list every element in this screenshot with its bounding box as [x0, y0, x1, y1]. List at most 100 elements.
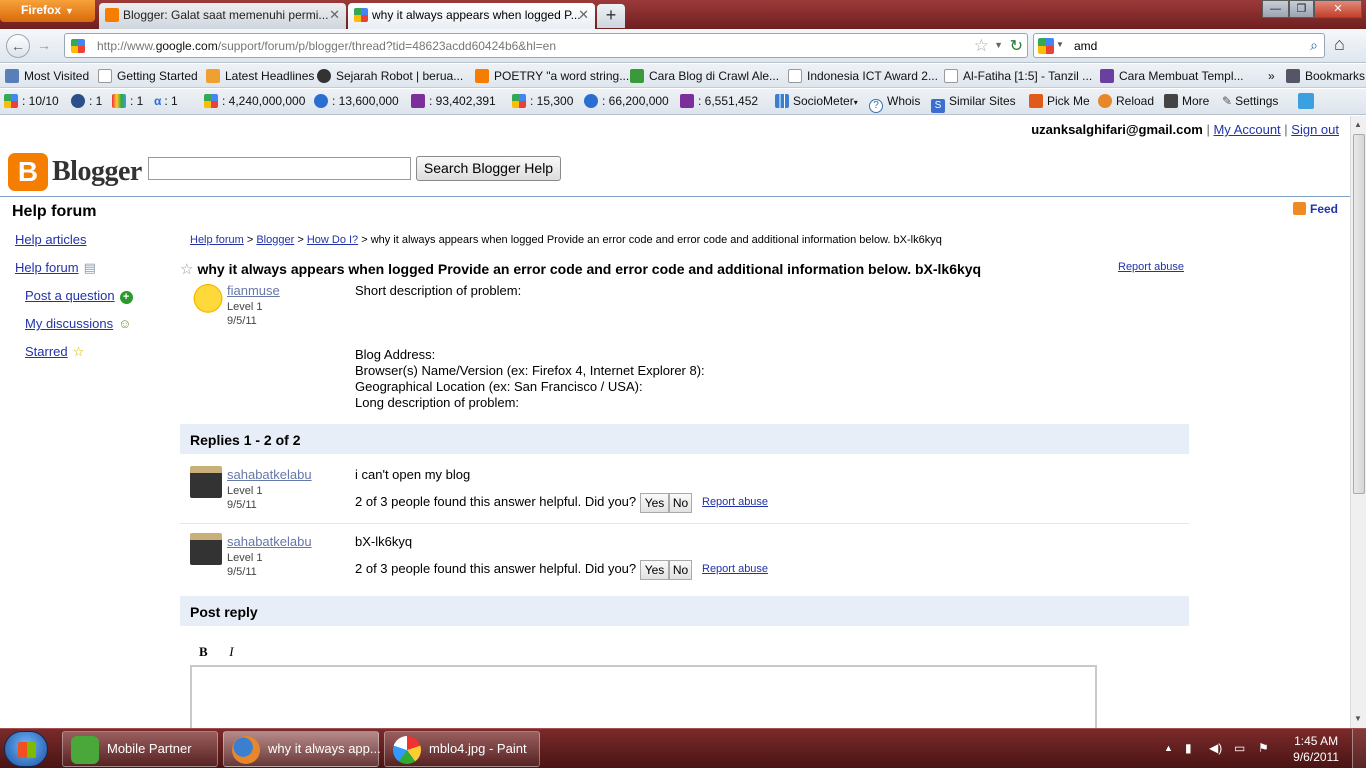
my-discussions-link[interactable]: My discussions: [25, 316, 113, 331]
my-account-link[interactable]: My Account: [1213, 122, 1280, 137]
author-link[interactable]: sahabatkelabu: [227, 534, 312, 549]
page-scrollbar[interactable]: ▲ ▼: [1350, 116, 1366, 728]
show-desktop-button[interactable]: [1352, 729, 1366, 768]
bookmark-cara-membuat[interactable]: Cara Membuat Templ...: [1100, 69, 1244, 83]
search-icon[interactable]: ⌕: [1310, 37, 1318, 54]
search-query-text[interactable]: amd: [1074, 39, 1097, 53]
scroll-up-arrow-icon[interactable]: ▲: [1354, 120, 1362, 129]
network-icon[interactable]: ▭: [1234, 741, 1245, 755]
bookmark-latest-headlines[interactable]: Latest Headlines: [206, 69, 314, 83]
url-history-dropdown-icon[interactable]: ▼: [994, 40, 1003, 50]
helpful-no-button[interactable]: No: [669, 560, 692, 580]
maximize-button[interactable]: ❐: [1289, 0, 1314, 18]
compete-stat[interactable]: : 1: [112, 94, 143, 108]
new-tab-button[interactable]: +: [597, 4, 625, 28]
start-button[interactable]: [4, 731, 48, 767]
bookmark-star-icon[interactable]: ☆: [974, 36, 989, 56]
search-engine-dropdown-icon[interactable]: ▼: [1056, 40, 1064, 49]
home-icon[interactable]: ⌂: [1334, 34, 1345, 55]
taskbar-firefox[interactable]: why it always app...: [223, 731, 381, 767]
reply-textarea[interactable]: [190, 665, 1097, 728]
bookmark-most-visited[interactable]: Most Visited: [5, 69, 89, 83]
alexa-stat[interactable]: : 1: [71, 94, 102, 108]
feed-link[interactable]: Feed: [1292, 202, 1338, 216]
tab-blogger-error[interactable]: Blogger: Galat saat memenuhi permi... ✕: [99, 3, 346, 29]
avatar[interactable]: [192, 284, 224, 316]
bookmark-cara-blog-crawl[interactable]: Cara Blog di Crawl Ale...: [630, 69, 779, 83]
back-button[interactable]: ←: [6, 34, 30, 58]
device-icon[interactable]: ▮: [1185, 741, 1192, 755]
tab-current-thread[interactable]: why it always appears when logged P... ✕: [348, 3, 595, 29]
forward-button[interactable]: →: [32, 34, 56, 58]
yahoo-links-stat[interactable]: : 6,551,452: [680, 94, 758, 108]
star-thread-icon[interactable]: ☆: [180, 261, 193, 278]
search-bar[interactable]: ▼ amd ⌕: [1033, 33, 1325, 58]
bing-index-stat[interactable]: : 13,600,000: [314, 94, 399, 108]
action-center-flag-icon[interactable]: ⚑: [1258, 741, 1269, 755]
author-link[interactable]: sahabatkelabu: [227, 467, 312, 482]
window-close-button[interactable]: ✕: [1314, 0, 1362, 18]
help-search-input[interactable]: [148, 157, 411, 180]
bookmarks-overflow-chevron-icon[interactable]: »: [1268, 69, 1275, 83]
starred-nav[interactable]: Starred ☆: [25, 344, 84, 360]
scrollbar-thumb[interactable]: [1353, 134, 1365, 494]
breadcrumb-blogger[interactable]: Blogger: [256, 234, 294, 246]
pagerank-stat[interactable]: : 10/10: [4, 94, 59, 108]
report-abuse-link[interactable]: Report abuse: [1118, 261, 1184, 273]
reload-addon-button[interactable]: Reload: [1098, 94, 1154, 108]
bookmark-indonesia-ict[interactable]: Indonesia ICT Award 2...: [788, 69, 938, 83]
pick-me-button[interactable]: Pick Me: [1029, 94, 1090, 108]
my-discussions-nav[interactable]: My discussions ☺: [25, 316, 131, 331]
breadcrumb-how-do-i[interactable]: How Do I?: [307, 234, 358, 246]
google-links-stat[interactable]: : 15,300: [512, 94, 573, 108]
sign-out-link[interactable]: Sign out: [1291, 122, 1339, 137]
quantcast-stat[interactable]: α: 1: [154, 94, 178, 108]
taskbar-mobile-partner[interactable]: Mobile Partner: [62, 731, 218, 767]
italic-button[interactable]: I: [229, 644, 233, 659]
search-help-button[interactable]: Search Blogger Help: [416, 156, 561, 181]
bookmark-getting-started[interactable]: Getting Started: [98, 69, 198, 83]
helpful-yes-button[interactable]: Yes: [640, 493, 669, 513]
settings-button[interactable]: ✎ Settings: [1222, 94, 1278, 108]
close-tab-icon[interactable]: ✕: [329, 3, 340, 27]
author-link[interactable]: fianmuse: [227, 283, 280, 298]
google-index-stat[interactable]: : 4,240,000,000: [204, 94, 305, 108]
bookmark-sejarah-robot[interactable]: Sejarah Robot | berua...: [317, 69, 463, 83]
show-hidden-icons-icon[interactable]: ▲: [1164, 743, 1173, 753]
more-button[interactable]: More: [1164, 94, 1209, 108]
helpful-no-button[interactable]: No: [669, 493, 692, 513]
avatar[interactable]: [190, 466, 222, 498]
blogger-logo[interactable]: B Blogger: [8, 153, 142, 191]
reload-icon[interactable]: ↻: [1010, 36, 1023, 56]
url-bar[interactable]: http://www.google.com/support/forum/p/bl…: [64, 33, 1028, 58]
avatar[interactable]: [190, 533, 222, 565]
report-abuse-link[interactable]: Report abuse: [702, 563, 768, 575]
report-abuse-link[interactable]: Report abuse: [702, 496, 768, 508]
whois-button[interactable]: ? Whois: [869, 94, 920, 113]
twitter-button[interactable]: [1298, 93, 1318, 109]
starred-link[interactable]: Starred: [25, 344, 68, 359]
post-question-link[interactable]: Post a question: [25, 288, 115, 303]
clock[interactable]: 1:45 AM 9/6/2011: [1293, 733, 1339, 765]
help-forum-link[interactable]: Help forum: [15, 260, 79, 275]
similar-sites-button[interactable]: S Similar Sites: [931, 94, 1016, 113]
bookmark-poetry[interactable]: POETRY "a word string...: [475, 69, 629, 83]
bing-links-stat[interactable]: : 66,200,000: [584, 94, 669, 108]
sociometer-menu[interactable]: SocioMeter▾: [775, 94, 858, 108]
bookmark-al-fatiha[interactable]: Al-Fatiha [1:5] - Tanzil ...: [944, 69, 1092, 83]
help-articles-link[interactable]: Help articles: [15, 232, 87, 247]
breadcrumb-help-forum[interactable]: Help forum: [190, 234, 244, 246]
yahoo-index-stat[interactable]: : 93,402,391: [411, 94, 496, 108]
post-question-nav[interactable]: Post a question +: [25, 288, 133, 304]
minimize-button[interactable]: —: [1262, 0, 1289, 18]
helpful-yes-button[interactable]: Yes: [640, 560, 669, 580]
close-tab-icon[interactable]: ✕: [578, 3, 589, 27]
taskbar-paint[interactable]: mblo4.jpg - Paint: [384, 731, 540, 767]
firefox-menu-button[interactable]: Firefox ▼: [0, 0, 95, 22]
volume-icon[interactable]: ◀): [1209, 741, 1222, 755]
bookmarks-menu[interactable]: Bookmarks: [1286, 69, 1365, 83]
help-forum-nav[interactable]: Help forum ▤: [15, 260, 96, 276]
site-identity-icon[interactable]: [71, 39, 85, 53]
scroll-down-arrow-icon[interactable]: ▼: [1354, 714, 1362, 723]
bold-button[interactable]: B: [199, 644, 208, 659]
